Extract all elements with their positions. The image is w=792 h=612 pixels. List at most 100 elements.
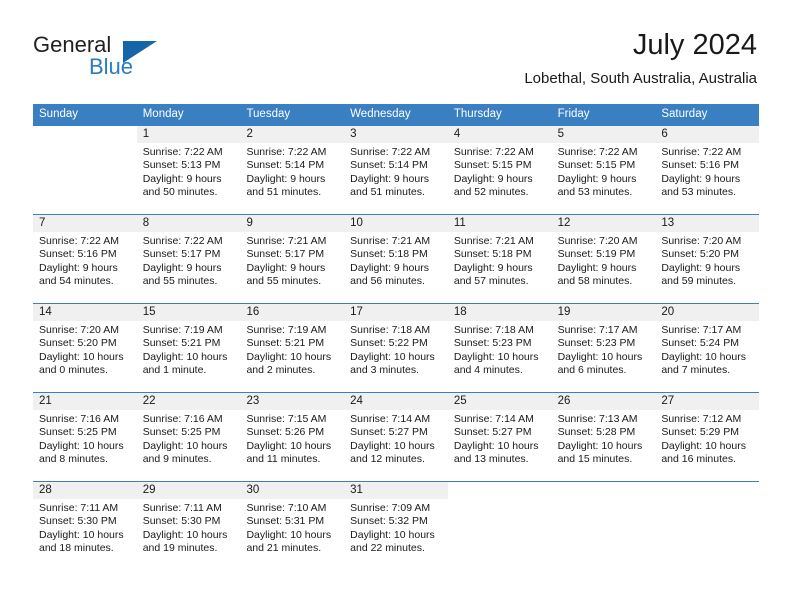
day-cell xyxy=(33,126,137,214)
daylight-text-line2: and 21 minutes. xyxy=(246,541,322,554)
weekday-friday: Friday xyxy=(557,108,590,120)
sunrise-text: Sunrise: 7:21 AM xyxy=(246,235,327,247)
sunset-text: Sunset: 5:31 PM xyxy=(246,515,325,528)
day-cell[interactable]: 24 Sunrise: 7:14 AM Sunset: 5:27 PM Dayl… xyxy=(344,393,448,481)
daylight-text-line1: Daylight: 10 hours xyxy=(661,439,746,452)
sunrise-text: Sunrise: 7:22 AM xyxy=(557,146,638,158)
day-cell[interactable]: 16 Sunrise: 7:19 AM Sunset: 5:21 PM Dayl… xyxy=(240,304,345,392)
day-info: Sunrise: 7:14 AM Sunset: 5:27 PM Dayligh… xyxy=(448,410,552,466)
day-cell[interactable]: 28 Sunrise: 7:11 AM Sunset: 5:30 PM Dayl… xyxy=(33,482,137,570)
day-cell[interactable]: 25 Sunrise: 7:14 AM Sunset: 5:27 PM Dayl… xyxy=(447,393,552,481)
day-cell[interactable]: 15 Sunrise: 7:19 AM Sunset: 5:21 PM Dayl… xyxy=(136,304,241,392)
sunrise-text: Sunrise: 7:22 AM xyxy=(246,146,327,158)
sunrise-text: Sunrise: 7:19 AM xyxy=(142,324,223,336)
day-info: Sunrise: 7:11 AM Sunset: 5:30 PM Dayligh… xyxy=(33,499,137,555)
sunset-text: Sunset: 5:30 PM xyxy=(39,515,117,528)
day-number: 22 xyxy=(136,393,241,410)
day-cell[interactable]: 14 Sunrise: 7:20 AM Sunset: 5:20 PM Dayl… xyxy=(33,304,137,392)
day-cell[interactable]: 3 Sunrise: 7:22 AM Sunset: 5:14 PM Dayli… xyxy=(344,126,448,214)
daylight-text-line2: and 0 minutes. xyxy=(39,363,108,376)
page-subtitle: Lobethal, South Australia, Australia xyxy=(524,70,757,87)
weekday-tuesday: Tuesday xyxy=(246,108,291,120)
daylight-text-line1: Daylight: 10 hours xyxy=(350,528,435,541)
day-cell[interactable]: 2 Sunrise: 7:22 AM Sunset: 5:14 PM Dayli… xyxy=(240,126,345,214)
sunset-text: Sunset: 5:20 PM xyxy=(39,337,117,350)
day-number: 18 xyxy=(447,304,552,321)
day-info: Sunrise: 7:21 AM Sunset: 5:18 PM Dayligh… xyxy=(448,232,552,288)
day-number: 31 xyxy=(344,482,448,499)
daylight-text-line1: Daylight: 9 hours xyxy=(557,261,637,274)
day-cell[interactable]: 21 Sunrise: 7:16 AM Sunset: 5:25 PM Dayl… xyxy=(33,393,137,481)
day-cell[interactable]: 22 Sunrise: 7:16 AM Sunset: 5:25 PM Dayl… xyxy=(136,393,241,481)
sunrise-text: Sunrise: 7:20 AM xyxy=(39,324,119,336)
daylight-text-line1: Daylight: 10 hours xyxy=(246,528,332,541)
day-number: 23 xyxy=(240,393,345,410)
day-cell[interactable]: 12 Sunrise: 7:20 AM Sunset: 5:19 PM Dayl… xyxy=(551,215,656,303)
day-cell[interactable]: 20 Sunrise: 7:17 AM Sunset: 5:24 PM Dayl… xyxy=(655,304,760,392)
day-number: 16 xyxy=(240,304,345,321)
week-row: 14 Sunrise: 7:20 AM Sunset: 5:20 PM Dayl… xyxy=(33,303,760,392)
day-cell[interactable]: 30 Sunrise: 7:10 AM Sunset: 5:31 PM Dayl… xyxy=(240,482,345,570)
sunset-text: Sunset: 5:13 PM xyxy=(142,159,221,172)
daylight-text-line1: Daylight: 10 hours xyxy=(557,350,643,363)
day-cell xyxy=(552,482,656,570)
day-number: 25 xyxy=(447,393,552,410)
day-cell[interactable]: 9 Sunrise: 7:21 AM Sunset: 5:17 PM Dayli… xyxy=(240,215,345,303)
day-info: Sunrise: 7:11 AM Sunset: 5:30 PM Dayligh… xyxy=(137,499,241,555)
sunrise-text: Sunrise: 7:10 AM xyxy=(246,502,327,514)
daylight-text-line2: and 1 minute. xyxy=(142,363,207,376)
sunset-text: Sunset: 5:28 PM xyxy=(557,426,636,439)
day-cell[interactable]: 10 Sunrise: 7:21 AM Sunset: 5:18 PM Dayl… xyxy=(344,215,448,303)
day-number xyxy=(655,482,759,499)
day-cell[interactable]: 13 Sunrise: 7:20 AM Sunset: 5:20 PM Dayl… xyxy=(655,215,760,303)
sunset-text: Sunset: 5:27 PM xyxy=(350,426,428,439)
sunset-text: Sunset: 5:20 PM xyxy=(661,248,739,261)
day-cell[interactable]: 5 Sunrise: 7:22 AM Sunset: 5:15 PM Dayli… xyxy=(551,126,656,214)
day-info: Sunrise: 7:22 AM Sunset: 5:16 PM Dayligh… xyxy=(33,232,137,288)
day-cell[interactable]: 7 Sunrise: 7:22 AM Sunset: 5:16 PM Dayli… xyxy=(33,215,137,303)
daylight-text-line1: Daylight: 9 hours xyxy=(142,261,222,274)
daylight-text-line2: and 55 minutes. xyxy=(246,274,322,287)
day-cell[interactable]: 4 Sunrise: 7:22 AM Sunset: 5:15 PM Dayli… xyxy=(447,126,552,214)
sunset-text: Sunset: 5:21 PM xyxy=(246,337,325,350)
day-cell[interactable]: 19 Sunrise: 7:17 AM Sunset: 5:23 PM Dayl… xyxy=(551,304,656,392)
day-cell[interactable]: 8 Sunrise: 7:22 AM Sunset: 5:17 PM Dayli… xyxy=(136,215,241,303)
sunset-text: Sunset: 5:14 PM xyxy=(246,159,325,172)
day-cell[interactable]: 18 Sunrise: 7:18 AM Sunset: 5:23 PM Dayl… xyxy=(447,304,552,392)
day-cell[interactable]: 27 Sunrise: 7:12 AM Sunset: 5:29 PM Dayl… xyxy=(655,393,760,481)
sunset-text: Sunset: 5:23 PM xyxy=(453,337,532,350)
daylight-text-line2: and 16 minutes. xyxy=(661,452,737,465)
day-info: Sunrise: 7:19 AM Sunset: 5:21 PM Dayligh… xyxy=(137,321,241,377)
sunrise-text: Sunrise: 7:16 AM xyxy=(142,413,223,425)
weekday-sunday: Sunday xyxy=(39,108,79,120)
day-cell[interactable]: 26 Sunrise: 7:13 AM Sunset: 5:28 PM Dayl… xyxy=(551,393,656,481)
day-cell[interactable]: 17 Sunrise: 7:18 AM Sunset: 5:22 PM Dayl… xyxy=(344,304,448,392)
brand-logo[interactable]: General Blue xyxy=(33,32,173,90)
week-row: 21 Sunrise: 7:16 AM Sunset: 5:25 PM Dayl… xyxy=(33,392,760,481)
day-number: 20 xyxy=(655,304,760,321)
day-cell[interactable]: 11 Sunrise: 7:21 AM Sunset: 5:18 PM Dayl… xyxy=(447,215,552,303)
daylight-text-line1: Daylight: 9 hours xyxy=(246,172,326,185)
daylight-text-line1: Daylight: 10 hours xyxy=(661,350,746,363)
page-title: July 2024 xyxy=(632,29,757,61)
day-number: 21 xyxy=(33,393,137,410)
day-number: 24 xyxy=(344,393,448,410)
day-cell[interactable]: 29 Sunrise: 7:11 AM Sunset: 5:30 PM Dayl… xyxy=(136,482,241,570)
day-number: 8 xyxy=(136,215,241,232)
daylight-text-line2: and 53 minutes. xyxy=(557,185,633,198)
day-cell[interactable]: 31 Sunrise: 7:09 AM Sunset: 5:32 PM Dayl… xyxy=(344,482,448,570)
sunrise-text: Sunrise: 7:20 AM xyxy=(557,235,638,247)
sunset-text: Sunset: 5:22 PM xyxy=(350,337,428,350)
day-number: 26 xyxy=(551,393,656,410)
day-number: 5 xyxy=(551,126,656,143)
sunset-text: Sunset: 5:14 PM xyxy=(350,159,428,172)
day-cell[interactable]: 23 Sunrise: 7:15 AM Sunset: 5:26 PM Dayl… xyxy=(240,393,345,481)
sunset-text: Sunset: 5:15 PM xyxy=(557,159,636,172)
sunset-text: Sunset: 5:24 PM xyxy=(661,337,739,350)
day-number: 9 xyxy=(240,215,345,232)
weekday-header-row: Sunday Monday Tuesday Wednesday Thursday… xyxy=(33,104,759,125)
daylight-text-line1: Daylight: 9 hours xyxy=(142,172,222,185)
day-cell[interactable]: 1 Sunrise: 7:22 AM Sunset: 5:13 PM Dayli… xyxy=(136,126,241,214)
day-info: Sunrise: 7:22 AM Sunset: 5:17 PM Dayligh… xyxy=(137,232,241,288)
day-cell[interactable]: 6 Sunrise: 7:22 AM Sunset: 5:16 PM Dayli… xyxy=(655,126,760,214)
